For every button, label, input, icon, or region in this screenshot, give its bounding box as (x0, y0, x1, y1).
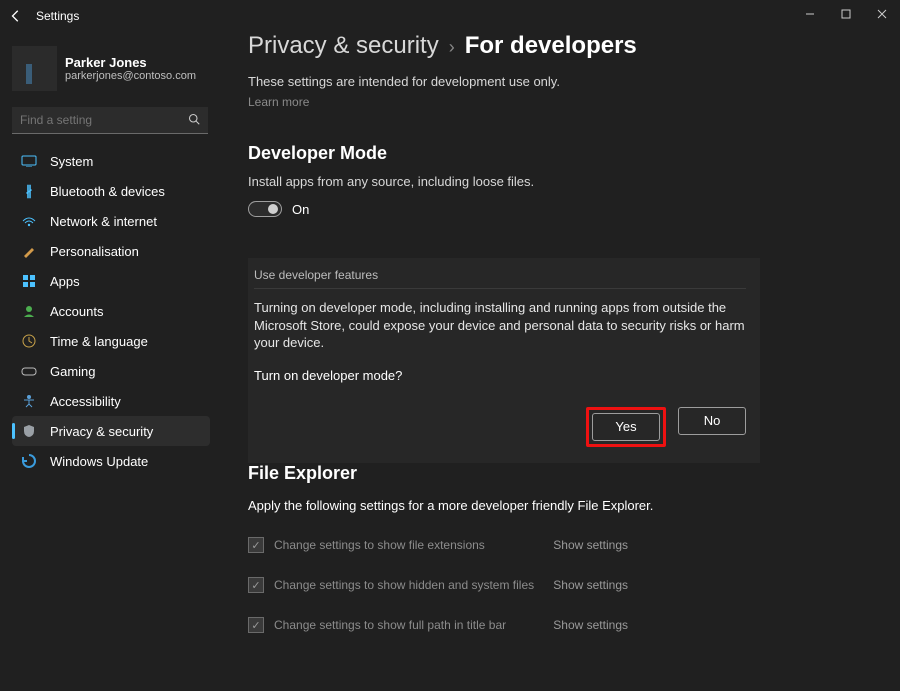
breadcrumb-leaf: For developers (465, 32, 637, 60)
sidebar-item-label: Time & language (50, 334, 148, 349)
highlight-box: Yes (586, 407, 666, 447)
show-settings-link[interactable]: Show settings (553, 578, 628, 592)
sidebar-item-label: Apps (50, 274, 80, 289)
main-content: Privacy & security › For developers Thes… (248, 28, 892, 691)
sidebar: Parker Jones parkerjones@contoso.com Sys… (0, 32, 220, 476)
learn-more-link[interactable]: Learn more (248, 95, 892, 109)
sidebar-item-label: Personalisation (50, 244, 139, 259)
sidebar-item-update[interactable]: Windows Update (12, 446, 210, 476)
nav-list: System ∦ Bluetooth & devices Network & inte… (6, 146, 216, 476)
dialog-question: Turn on developer mode? (254, 368, 746, 383)
show-settings-link[interactable]: Show settings (553, 538, 628, 552)
sidebar-item-label: System (50, 154, 93, 169)
system-icon (20, 154, 38, 168)
close-button[interactable] (864, 0, 900, 28)
sidebar-item-accounts[interactable]: Accounts (12, 296, 210, 326)
file-explorer-row: ✓ Change settings to show hidden and syst… (248, 577, 628, 593)
sidebar-item-time[interactable]: Time & language (12, 326, 210, 356)
confirm-dialog: Use developer features Turning on develo… (248, 258, 760, 463)
account-email: parkerjones@contoso.com (65, 70, 196, 82)
developer-mode-heading: Developer Mode (248, 143, 892, 164)
file-explorer-desc: Apply the following settings for a more … (248, 498, 892, 513)
sidebar-item-label: Bluetooth & devices (50, 184, 165, 199)
window-controls (792, 0, 900, 28)
update-icon (20, 454, 38, 468)
sidebar-item-label: Gaming (50, 364, 96, 379)
checkbox[interactable]: ✓ (248, 617, 264, 633)
time-icon (20, 334, 38, 348)
yes-button[interactable]: Yes (592, 413, 660, 441)
page-intro: These settings are intended for developm… (248, 74, 892, 89)
sidebar-item-label: Accessibility (50, 394, 121, 409)
gaming-icon (20, 364, 38, 378)
checkbox[interactable]: ✓ (248, 577, 264, 593)
wifi-icon (20, 214, 38, 228)
window-title: Settings (36, 9, 79, 23)
search-input[interactable] (12, 107, 208, 134)
back-button[interactable] (6, 6, 26, 26)
file-explorer-row: ✓ Change settings to show full path in ti… (248, 617, 628, 633)
maximize-button[interactable] (828, 0, 864, 28)
sidebar-item-gaming[interactable]: Gaming (12, 356, 210, 386)
dialog-body: Turning on developer mode, including ins… (254, 299, 746, 352)
apps-icon (20, 274, 38, 288)
sidebar-item-accessibility[interactable]: Accessibility (12, 386, 210, 416)
developer-mode-state: On (292, 202, 309, 217)
dialog-title: Use developer features (254, 268, 746, 289)
developer-mode-toggle[interactable] (248, 201, 282, 217)
breadcrumb-root[interactable]: Privacy & security (248, 32, 439, 60)
sidebar-item-system[interactable]: System (12, 146, 210, 176)
breadcrumb: Privacy & security › For developers (248, 32, 892, 60)
fe-item-label: Change settings to show full path in tit… (274, 618, 506, 632)
account-name: Parker Jones (65, 55, 196, 70)
sidebar-item-apps[interactable]: Apps (12, 266, 210, 296)
sidebar-item-personalisation[interactable]: Personalisation (12, 236, 210, 266)
file-explorer-heading: File Explorer (248, 463, 892, 484)
sidebar-item-label: Accounts (50, 304, 103, 319)
chevron-right-icon: › (449, 37, 455, 58)
minimize-button[interactable] (792, 0, 828, 28)
bluetooth-icon: ∦ (20, 184, 38, 198)
sidebar-item-label: Windows Update (50, 454, 148, 469)
accessibility-icon (20, 394, 38, 408)
sidebar-item-wifi[interactable]: Network & internet (12, 206, 210, 236)
file-explorer-row: ✓ Change settings to show file extensions… (248, 537, 628, 553)
accounts-icon (20, 304, 38, 318)
fe-item-label: Change settings to show hidden and syste… (274, 578, 534, 592)
personalisation-icon (20, 244, 38, 258)
sidebar-item-privacy[interactable]: Privacy & security (12, 416, 210, 446)
account-card[interactable]: Parker Jones parkerjones@contoso.com (6, 40, 216, 101)
sidebar-item-bluetooth[interactable]: ∦ Bluetooth & devices (12, 176, 210, 206)
sidebar-item-label: Network & internet (50, 214, 157, 229)
sidebar-item-label: Privacy & security (50, 424, 153, 439)
fe-item-label: Change settings to show file extensions (274, 538, 485, 552)
checkbox[interactable]: ✓ (248, 537, 264, 553)
developer-mode-desc: Install apps from any source, including … (248, 174, 892, 189)
show-settings-link[interactable]: Show settings (553, 618, 628, 632)
search-icon (188, 113, 200, 125)
avatar (12, 46, 57, 91)
privacy-icon (20, 424, 38, 438)
search-box (12, 107, 208, 134)
no-button[interactable]: No (678, 407, 746, 435)
